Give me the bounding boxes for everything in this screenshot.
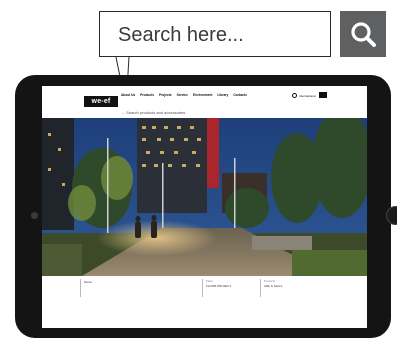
flag-icon[interactable] — [319, 92, 327, 98]
nav-item-contacts[interactable]: Contacts — [233, 93, 247, 97]
hero-image — [42, 118, 367, 276]
search-field[interactable]: Search here... — [99, 11, 331, 57]
site-search-link[interactable]: → Search products and accessories — [121, 110, 185, 115]
nav-item-environment[interactable]: Environment — [193, 93, 212, 97]
tablet-home-button[interactable] — [386, 206, 397, 225]
international-selector[interactable]: International — [292, 93, 316, 98]
site-header: we-ef About Us Products Projects Service… — [42, 86, 367, 118]
info-place-value: FLOOR PROJECT — [206, 284, 232, 288]
info-column-place: Place FLOOR PROJECT — [202, 279, 231, 297]
nav-item-products[interactable]: Products — [140, 93, 154, 97]
info-column-products: Products AML & Series — [260, 279, 282, 297]
nav-item-service[interactable]: Service — [177, 93, 188, 97]
site-nav: About Us Products Projects Service Envir… — [121, 93, 247, 97]
site-logo[interactable]: we-ef — [84, 96, 118, 107]
search-placeholder: Search here... — [118, 24, 244, 46]
nav-item-library[interactable]: Library — [217, 93, 228, 97]
nav-item-projects[interactable]: Projects — [159, 93, 172, 97]
nav-item-about[interactable]: About Us — [121, 93, 135, 97]
search-icon — [351, 22, 376, 47]
info-place-label: Place — [206, 279, 213, 283]
info-products-value: AML & Series — [264, 284, 283, 288]
globe-icon — [292, 93, 297, 98]
info-name-value: Name — [84, 280, 93, 284]
info-products-label: Products — [264, 279, 276, 283]
info-column-name: Name — [80, 279, 92, 297]
tablet-screen: we-ef About Us Products Projects Service… — [42, 86, 367, 328]
project-info: Name Place FLOOR PROJECT Products AML & … — [42, 276, 367, 328]
tablet-camera — [31, 212, 38, 219]
international-label: International — [299, 93, 316, 98]
search-button[interactable] — [340, 11, 386, 57]
